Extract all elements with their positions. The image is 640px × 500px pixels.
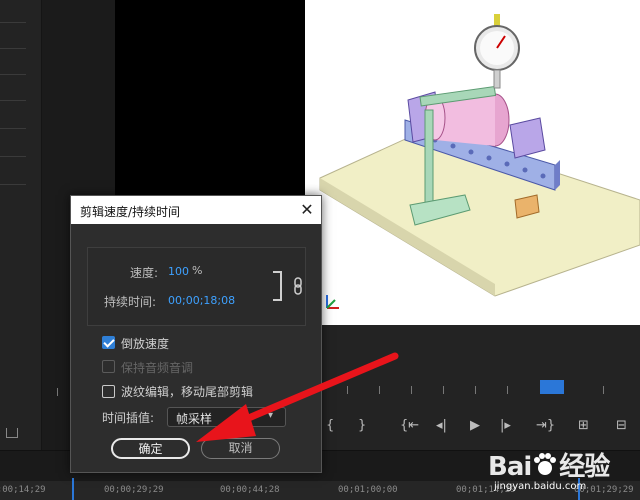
interpolation-value: 帧采样 [176,412,213,426]
close-icon[interactable]: ✕ [297,200,317,220]
clip-speed-duration-dialog: 剪辑速度/持续时间 ✕ 速度: 100 % 持续时间: 00;00;18;08 … [70,195,322,473]
export-icon[interactable] [6,428,18,438]
speed-duration-group: 速度: 100 % 持续时间: 00;00;18;08 [87,247,306,326]
overwrite-icon[interactable]: ⊟ [616,416,627,436]
timecode: 00;00;29;29 [104,485,164,495]
dialog-titlebar[interactable]: 剪辑速度/持续时间 ✕ [71,196,321,224]
cancel-button[interactable]: 取消 [201,438,280,459]
reverse-speed-checkbox[interactable] [102,336,115,349]
duration-label: 持续时间: [104,295,157,309]
speed-unit: % [192,264,203,277]
reverse-speed-label: 倒放速度 [121,337,170,351]
dialog-title: 剪辑速度/持续时间 [80,205,181,219]
timecode: 00;00;44;28 [220,485,280,495]
speed-value[interactable]: 100 [168,265,189,278]
mark-out-icon[interactable]: } [358,416,366,436]
premiere-window: { } {⇤ ◂| ▶ |▸ ⇥} ⊞ ⊟ 00;00;14;29 00;00;… [0,0,640,500]
duration-value[interactable]: 00;00;18;08 [168,294,235,307]
ripple-edit-label: 波纹编辑，移动尾部剪辑 [121,385,254,399]
chevron-down-icon: ▾ [268,410,274,421]
insert-icon[interactable]: ⊞ [578,416,589,436]
project-panel [0,0,42,450]
maintain-pitch-label: 保持音频音调 [121,361,194,375]
timecode: 00;01;00;00 [338,485,398,495]
monitor-scrubber[interactable] [315,380,640,396]
ok-button[interactable]: 确定 [111,438,190,459]
mark-in-icon[interactable]: { [326,416,334,436]
step-back-icon[interactable]: ◂| [436,416,447,436]
timeline-playhead[interactable] [72,478,74,500]
watermark-brand: Bai 经验 [488,451,610,482]
step-forward-icon[interactable]: |▸ [500,416,511,436]
play-icon[interactable]: ▶ [470,416,480,436]
program-monitor [305,0,640,325]
timecode: 00;00;14;29 [0,485,46,495]
ripple-edit-checkbox[interactable] [102,385,115,398]
go-to-in-icon[interactable]: {⇤ [400,416,419,436]
paw-icon [531,451,559,479]
interpolation-select[interactable]: 帧采样 ▾ [167,407,286,427]
speed-label: 速度: [130,266,159,280]
playhead-marker[interactable] [540,380,564,394]
go-to-out-icon[interactable]: ⇥} [536,416,555,436]
link-bracket [273,271,282,301]
baidu-watermark: Bai 经验 jingyan.baidu.com [488,440,638,498]
interpolation-label: 时间插值: [102,411,155,425]
transport-controls: { } {⇤ ◂| ▶ |▸ ⇥} ⊞ ⊟ [320,416,640,436]
watermark-url: jingyan.baidu.com [494,481,587,492]
maintain-pitch-checkbox[interactable] [102,360,115,373]
mechanism-render [319,14,640,309]
chain-link-icon[interactable] [293,277,307,295]
